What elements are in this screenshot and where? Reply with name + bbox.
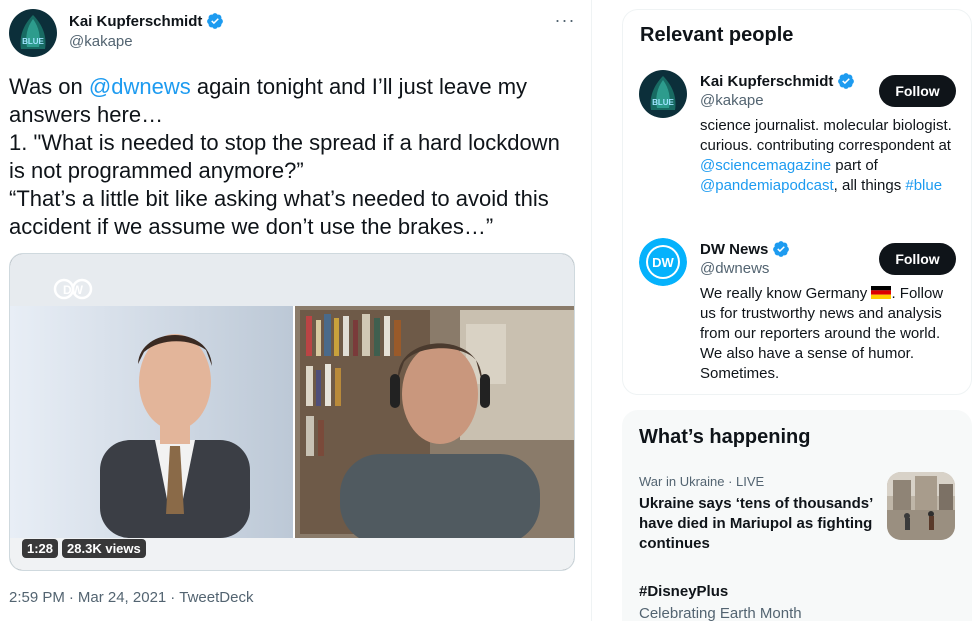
- german-flag-icon: [871, 286, 892, 299]
- meta-separator: ·: [68, 589, 74, 606]
- relevant-people-panel: Relevant people BLUE Kai Kupferschmidt @…: [622, 9, 972, 395]
- author-block: Kai Kupferschmidt @kakape: [69, 12, 224, 50]
- video-thumbnail: DW: [10, 254, 574, 570]
- video-views: 28.3K views: [62, 539, 146, 558]
- author-handle[interactable]: @kakape: [69, 33, 224, 50]
- follow-button[interactable]: Follow: [879, 75, 956, 107]
- bio-mention-link[interactable]: @pandemiapodcast: [700, 177, 834, 194]
- author-name-link[interactable]: Kai Kupferschmidt: [69, 12, 224, 30]
- relevant-people-title: Relevant people: [640, 24, 794, 46]
- bio-text: We really know Germany: [700, 285, 872, 302]
- bio-text: , all things: [833, 177, 906, 194]
- mention-link[interactable]: @dwnews: [89, 74, 191, 99]
- bio-text: science journalist. molecular biologist.…: [700, 117, 952, 154]
- author-name[interactable]: Kai Kupferschmidt: [69, 13, 202, 30]
- meta-separator: ·: [170, 589, 176, 606]
- video-player[interactable]: DW 1:28 28.3K views: [9, 253, 575, 571]
- more-options-icon[interactable]: ···: [552, 10, 578, 32]
- tweet-text: Was on @dwnews again tonight and I’ll ju…: [9, 73, 579, 241]
- person-name[interactable]: DW News: [700, 241, 768, 258]
- avatar-text: BLUE: [652, 98, 674, 107]
- person-bio: We really know Germany . Follow us for t…: [700, 284, 955, 384]
- video-duration: 1:28: [22, 539, 59, 558]
- tweet-text-part: Was on: [9, 74, 89, 99]
- tweet-text-part: “That’s a little bit like asking what’s …: [9, 186, 549, 239]
- person-bio: science journalist. molecular biologist.…: [700, 116, 955, 196]
- video-badges: 1:28 28.3K views: [22, 539, 146, 558]
- verified-badge-icon: [773, 241, 790, 257]
- author-avatar[interactable]: BLUE: [9, 9, 57, 57]
- trend-hashtag[interactable]: #DisneyPlus: [639, 583, 728, 600]
- avatar-text: DW: [652, 255, 674, 270]
- dw-logo-icon: DW: [639, 238, 687, 286]
- trend-meta: War in Ukraine · LIVE: [639, 474, 765, 489]
- person-name-link[interactable]: Kai Kupferschmidt: [700, 72, 855, 90]
- tweet: BLUE Kai Kupferschmidt @kakape ··· Was o…: [0, 0, 592, 621]
- verified-badge-icon: [207, 13, 224, 29]
- person-name-link[interactable]: DW News: [700, 240, 790, 258]
- tweet-source[interactable]: TweetDeck: [179, 589, 253, 606]
- person-handle[interactable]: @kakape: [700, 92, 764, 109]
- verified-badge-icon: [838, 73, 855, 89]
- whats-happening-panel: What’s happening War in Ukraine · LIVE U…: [622, 410, 972, 621]
- whats-happening-title: What’s happening: [639, 426, 811, 448]
- trend-headline[interactable]: Ukraine says ‘tens of thousands’ have di…: [639, 494, 879, 554]
- avatar-text: BLUE: [22, 37, 44, 46]
- trend-thumbnail[interactable]: [887, 472, 955, 540]
- person-handle[interactable]: @dwnews: [700, 260, 769, 277]
- tweet-time[interactable]: 2:59 PM: [9, 589, 65, 606]
- bio-text: part of: [831, 157, 878, 174]
- video-logo-text: DW: [63, 283, 84, 297]
- tweet-meta: 2:59 PM · Mar 24, 2021 · TweetDeck: [9, 589, 253, 606]
- person-name[interactable]: Kai Kupferschmidt: [700, 73, 833, 90]
- bio-hashtag-link[interactable]: #blue: [905, 177, 942, 194]
- person-avatar[interactable]: BLUE: [639, 70, 687, 118]
- tweet-date[interactable]: Mar 24, 2021: [78, 589, 166, 606]
- follow-button[interactable]: Follow: [879, 243, 956, 275]
- trend-subtitle: Celebrating Earth Month: [639, 605, 802, 621]
- person-avatar[interactable]: DW: [639, 238, 687, 286]
- bio-mention-link[interactable]: @sciencemagazine: [700, 157, 831, 174]
- tweet-text-part: 1. "What is needed to stop the spread if…: [9, 130, 560, 183]
